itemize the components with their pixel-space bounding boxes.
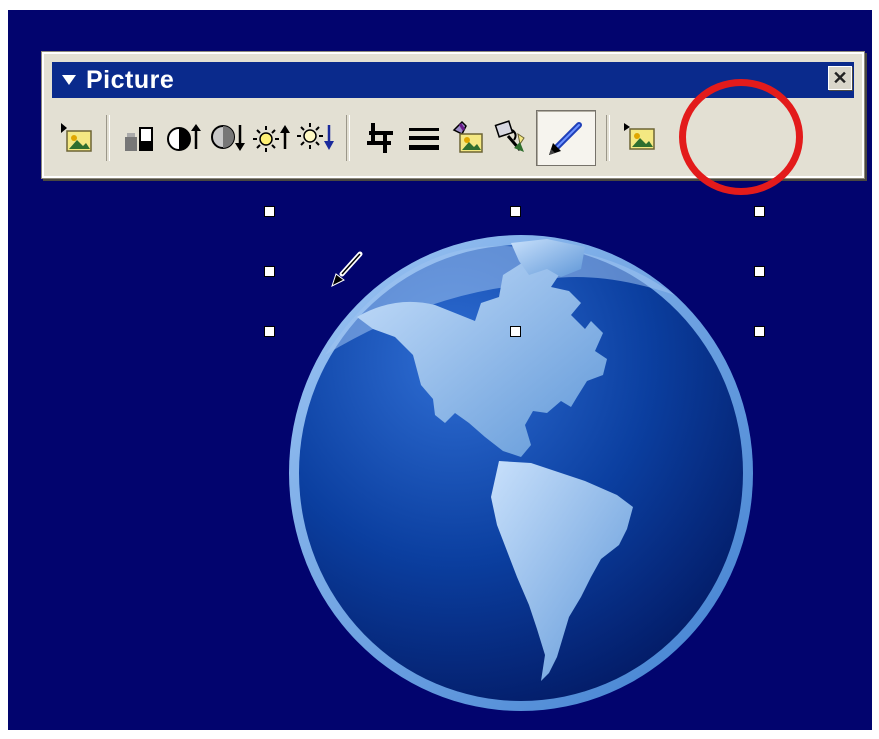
- line-style-icon: [409, 128, 439, 150]
- crop-button[interactable]: [360, 114, 400, 162]
- line-style-button[interactable]: [404, 114, 444, 162]
- separator: [106, 115, 110, 161]
- separator: [346, 115, 350, 161]
- picture-icon: [61, 123, 92, 152]
- format-picture-icon: [452, 120, 483, 153]
- insert-picture-button[interactable]: [56, 114, 96, 162]
- set-transparent-color-button[interactable]: [492, 114, 532, 162]
- resize-handle-lower-center[interactable]: [510, 326, 521, 337]
- resize-handle-middle-right[interactable]: [754, 266, 765, 277]
- brightness-down-icon: [297, 123, 334, 150]
- slide-canvas[interactable]: Picture ✕: [8, 10, 872, 730]
- close-button[interactable]: ✕: [828, 66, 852, 90]
- less-brightness-button[interactable]: [296, 114, 336, 162]
- brightness-up-icon: [253, 125, 290, 152]
- magic-wand-icon: [494, 120, 525, 152]
- resize-handle-top-right[interactable]: [754, 206, 765, 217]
- contrast-down-icon: [211, 125, 245, 151]
- color-mode-icon: [125, 127, 153, 151]
- separator: [606, 115, 610, 161]
- resize-handle-middle-left[interactable]: [264, 266, 275, 277]
- less-contrast-button[interactable]: [208, 114, 248, 162]
- toolbar-options-caret-icon[interactable]: [62, 75, 76, 85]
- recolor-pencil-cursor: [330, 246, 368, 293]
- more-brightness-button[interactable]: [252, 114, 292, 162]
- pencil-icon: [549, 122, 582, 155]
- recolor-picture-button[interactable]: [536, 110, 596, 166]
- more-contrast-button[interactable]: [164, 114, 204, 162]
- highlight-circle: [679, 79, 803, 195]
- reset-picture-icon: [624, 123, 655, 150]
- format-picture-button[interactable]: [448, 114, 488, 162]
- contrast-up-icon: [167, 124, 201, 151]
- resize-handle-lower-left[interactable]: [264, 326, 275, 337]
- toolbar-title: Picture: [86, 65, 175, 94]
- reset-picture-button[interactable]: [620, 114, 660, 162]
- resize-handle-top-left[interactable]: [264, 206, 275, 217]
- crop-icon: [367, 123, 393, 153]
- pencil-cursor-icon: [331, 251, 363, 287]
- resize-handle-top-center[interactable]: [510, 206, 521, 217]
- globe-icon: [289, 235, 753, 711]
- color-button[interactable]: [120, 114, 160, 162]
- resize-handle-lower-right[interactable]: [754, 326, 765, 337]
- globe-picture[interactable]: [285, 225, 755, 720]
